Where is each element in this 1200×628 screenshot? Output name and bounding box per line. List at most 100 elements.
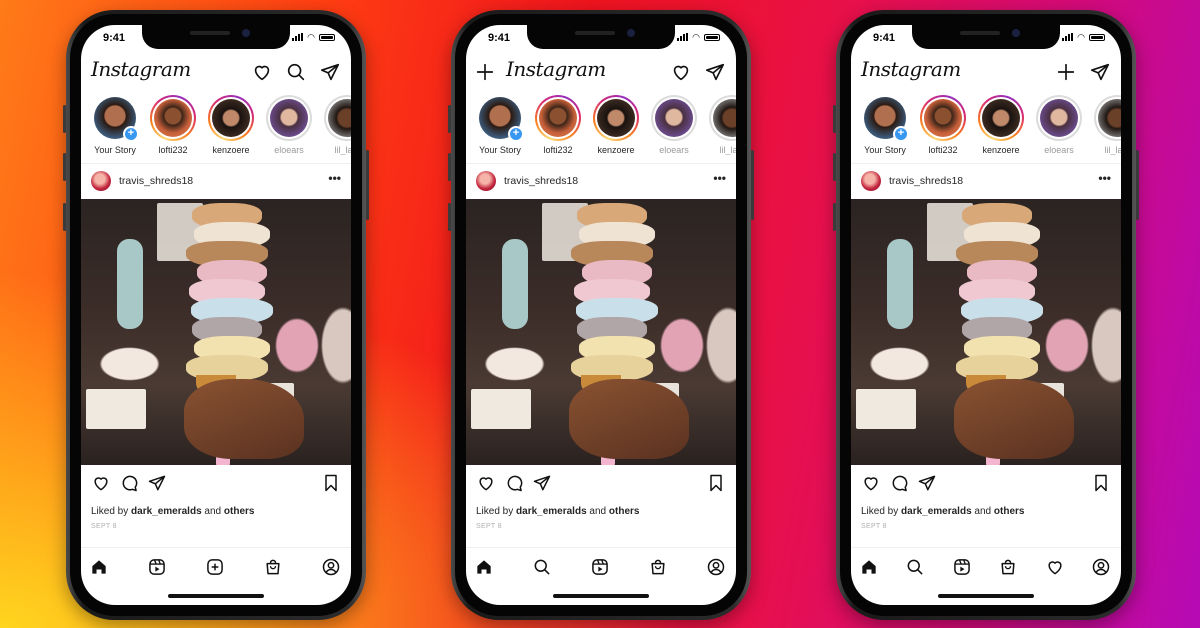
like-icon[interactable]	[91, 473, 111, 493]
story-item[interactable]: lil_lapi	[1093, 95, 1121, 157]
comment-icon[interactable]	[504, 473, 524, 493]
post-photo[interactable]	[851, 199, 1121, 465]
tab-create[interactable]	[205, 557, 225, 577]
liked-by-others[interactable]: others	[609, 506, 640, 517]
post-photo[interactable]	[466, 199, 736, 465]
story-item[interactable]: lofti232	[534, 95, 582, 157]
likes-summary[interactable]: Liked by dark_emeralds and others	[476, 506, 639, 517]
create-icon	[205, 559, 225, 581]
tab-reels[interactable]	[147, 557, 167, 577]
comment-icon[interactable]	[889, 473, 909, 493]
more-options-icon[interactable]: •••	[328, 171, 341, 185]
story-item[interactable]: + Your Story	[91, 95, 139, 157]
tab-activity[interactable]	[1045, 557, 1065, 577]
like-icon[interactable]	[476, 473, 496, 493]
share-icon[interactable]	[532, 473, 552, 493]
home-indicator[interactable]	[938, 594, 1034, 598]
story-item[interactable]: eloears	[1035, 95, 1083, 157]
post-author-username[interactable]: travis_shreds18	[504, 175, 578, 187]
liked-by-user[interactable]: dark_emeralds	[516, 506, 587, 517]
likes-prefix: Liked by	[91, 506, 132, 517]
story-item[interactable]: eloears	[265, 95, 313, 157]
stories-tray[interactable]: + Your Story lofti232 kenzoere eloears l…	[861, 95, 1121, 157]
share-icon[interactable]	[147, 473, 167, 493]
post-author-username[interactable]: travis_shreds18	[889, 175, 963, 187]
add-story-icon[interactable]: +	[123, 126, 139, 142]
tab-reels[interactable]	[952, 557, 972, 577]
stories-tray[interactable]: + Your Story lofti232 kenzoere eloears l…	[91, 95, 351, 157]
story-item[interactable]: kenzoere	[977, 95, 1025, 157]
create-icon[interactable]	[1055, 61, 1077, 83]
tab-home[interactable]	[89, 557, 109, 577]
post-photo[interactable]	[81, 199, 351, 465]
tab-search[interactable]	[905, 557, 925, 577]
story-item[interactable]: lil_lapi	[323, 95, 351, 157]
more-options-icon[interactable]: •••	[1098, 171, 1111, 185]
post-author-username[interactable]: travis_shreds18	[119, 175, 193, 187]
comment-icon[interactable]	[119, 473, 139, 493]
tab-home[interactable]	[474, 557, 494, 577]
top-bar: Instagram	[851, 55, 1121, 89]
story-item[interactable]: eloears	[650, 95, 698, 157]
tab-shop[interactable]	[263, 557, 283, 577]
top-bar: Instagram	[466, 55, 736, 89]
more-options-icon[interactable]: •••	[713, 171, 726, 185]
post-author-avatar[interactable]	[91, 171, 111, 191]
divider	[466, 163, 736, 164]
story-ring	[150, 95, 196, 141]
liked-by-others[interactable]: others	[994, 506, 1025, 517]
home-icon	[89, 560, 109, 581]
direct-message-icon[interactable]	[1089, 61, 1111, 83]
heart-icon	[1045, 561, 1065, 581]
post-header: travis_shreds18 •••	[466, 165, 736, 199]
stories-tray[interactable]: + Your Story lofti232 kenzoere eloears l…	[476, 95, 736, 157]
home-indicator[interactable]	[168, 594, 264, 598]
liked-by-user[interactable]: dark_emeralds	[901, 506, 972, 517]
tab-home[interactable]	[859, 557, 879, 577]
story-username: kenzoere	[597, 145, 635, 155]
story-item[interactable]: + Your Story	[861, 95, 909, 157]
story-ring	[709, 95, 736, 141]
liked-by-user[interactable]: dark_emeralds	[131, 506, 202, 517]
heart-icon[interactable]	[670, 61, 692, 83]
add-story-icon[interactable]: +	[893, 126, 909, 142]
home-indicator[interactable]	[553, 594, 649, 598]
tab-shop[interactable]	[998, 557, 1018, 577]
post-date: SEPT 8	[91, 523, 117, 530]
search-icon	[532, 559, 552, 581]
tab-shop[interactable]	[648, 557, 668, 577]
direct-message-icon[interactable]	[704, 61, 726, 83]
bookmark-icon[interactable]	[321, 473, 341, 493]
shop-icon	[263, 559, 283, 581]
app-screen: 9:41 ◠ Instagram + Your Story lofti232 k…	[466, 25, 736, 605]
story-avatar	[328, 99, 351, 137]
story-item[interactable]: kenzoere	[592, 95, 640, 157]
tab-reels[interactable]	[590, 557, 610, 577]
story-item[interactable]: lofti232	[919, 95, 967, 157]
share-icon[interactable]	[917, 473, 937, 493]
search-icon[interactable]	[285, 61, 307, 83]
tab-profile[interactable]	[1091, 557, 1111, 577]
likes-summary[interactable]: Liked by dark_emeralds and others	[861, 506, 1024, 517]
liked-by-others[interactable]: others	[224, 506, 255, 517]
bookmark-icon[interactable]	[706, 473, 726, 493]
post-author-avatar[interactable]	[861, 171, 881, 191]
add-story-icon[interactable]: +	[508, 126, 524, 142]
post-author-avatar[interactable]	[476, 171, 496, 191]
story-item[interactable]: kenzoere	[207, 95, 255, 157]
direct-message-icon[interactable]	[319, 61, 341, 83]
tab-profile[interactable]	[321, 557, 341, 577]
bookmark-icon[interactable]	[1091, 473, 1111, 493]
battery-icon	[1089, 33, 1105, 41]
story-item[interactable]: lil_lapi	[708, 95, 736, 157]
story-item[interactable]: lofti232	[149, 95, 197, 157]
story-item[interactable]: + Your Story	[476, 95, 524, 157]
heart-icon[interactable]	[251, 61, 273, 83]
shop-icon	[648, 559, 668, 581]
tab-profile[interactable]	[706, 557, 726, 577]
tab-search[interactable]	[532, 557, 552, 577]
like-icon[interactable]	[861, 473, 881, 493]
divider	[81, 163, 351, 164]
likes-summary[interactable]: Liked by dark_emeralds and others	[91, 506, 254, 517]
create-icon[interactable]	[474, 61, 496, 83]
